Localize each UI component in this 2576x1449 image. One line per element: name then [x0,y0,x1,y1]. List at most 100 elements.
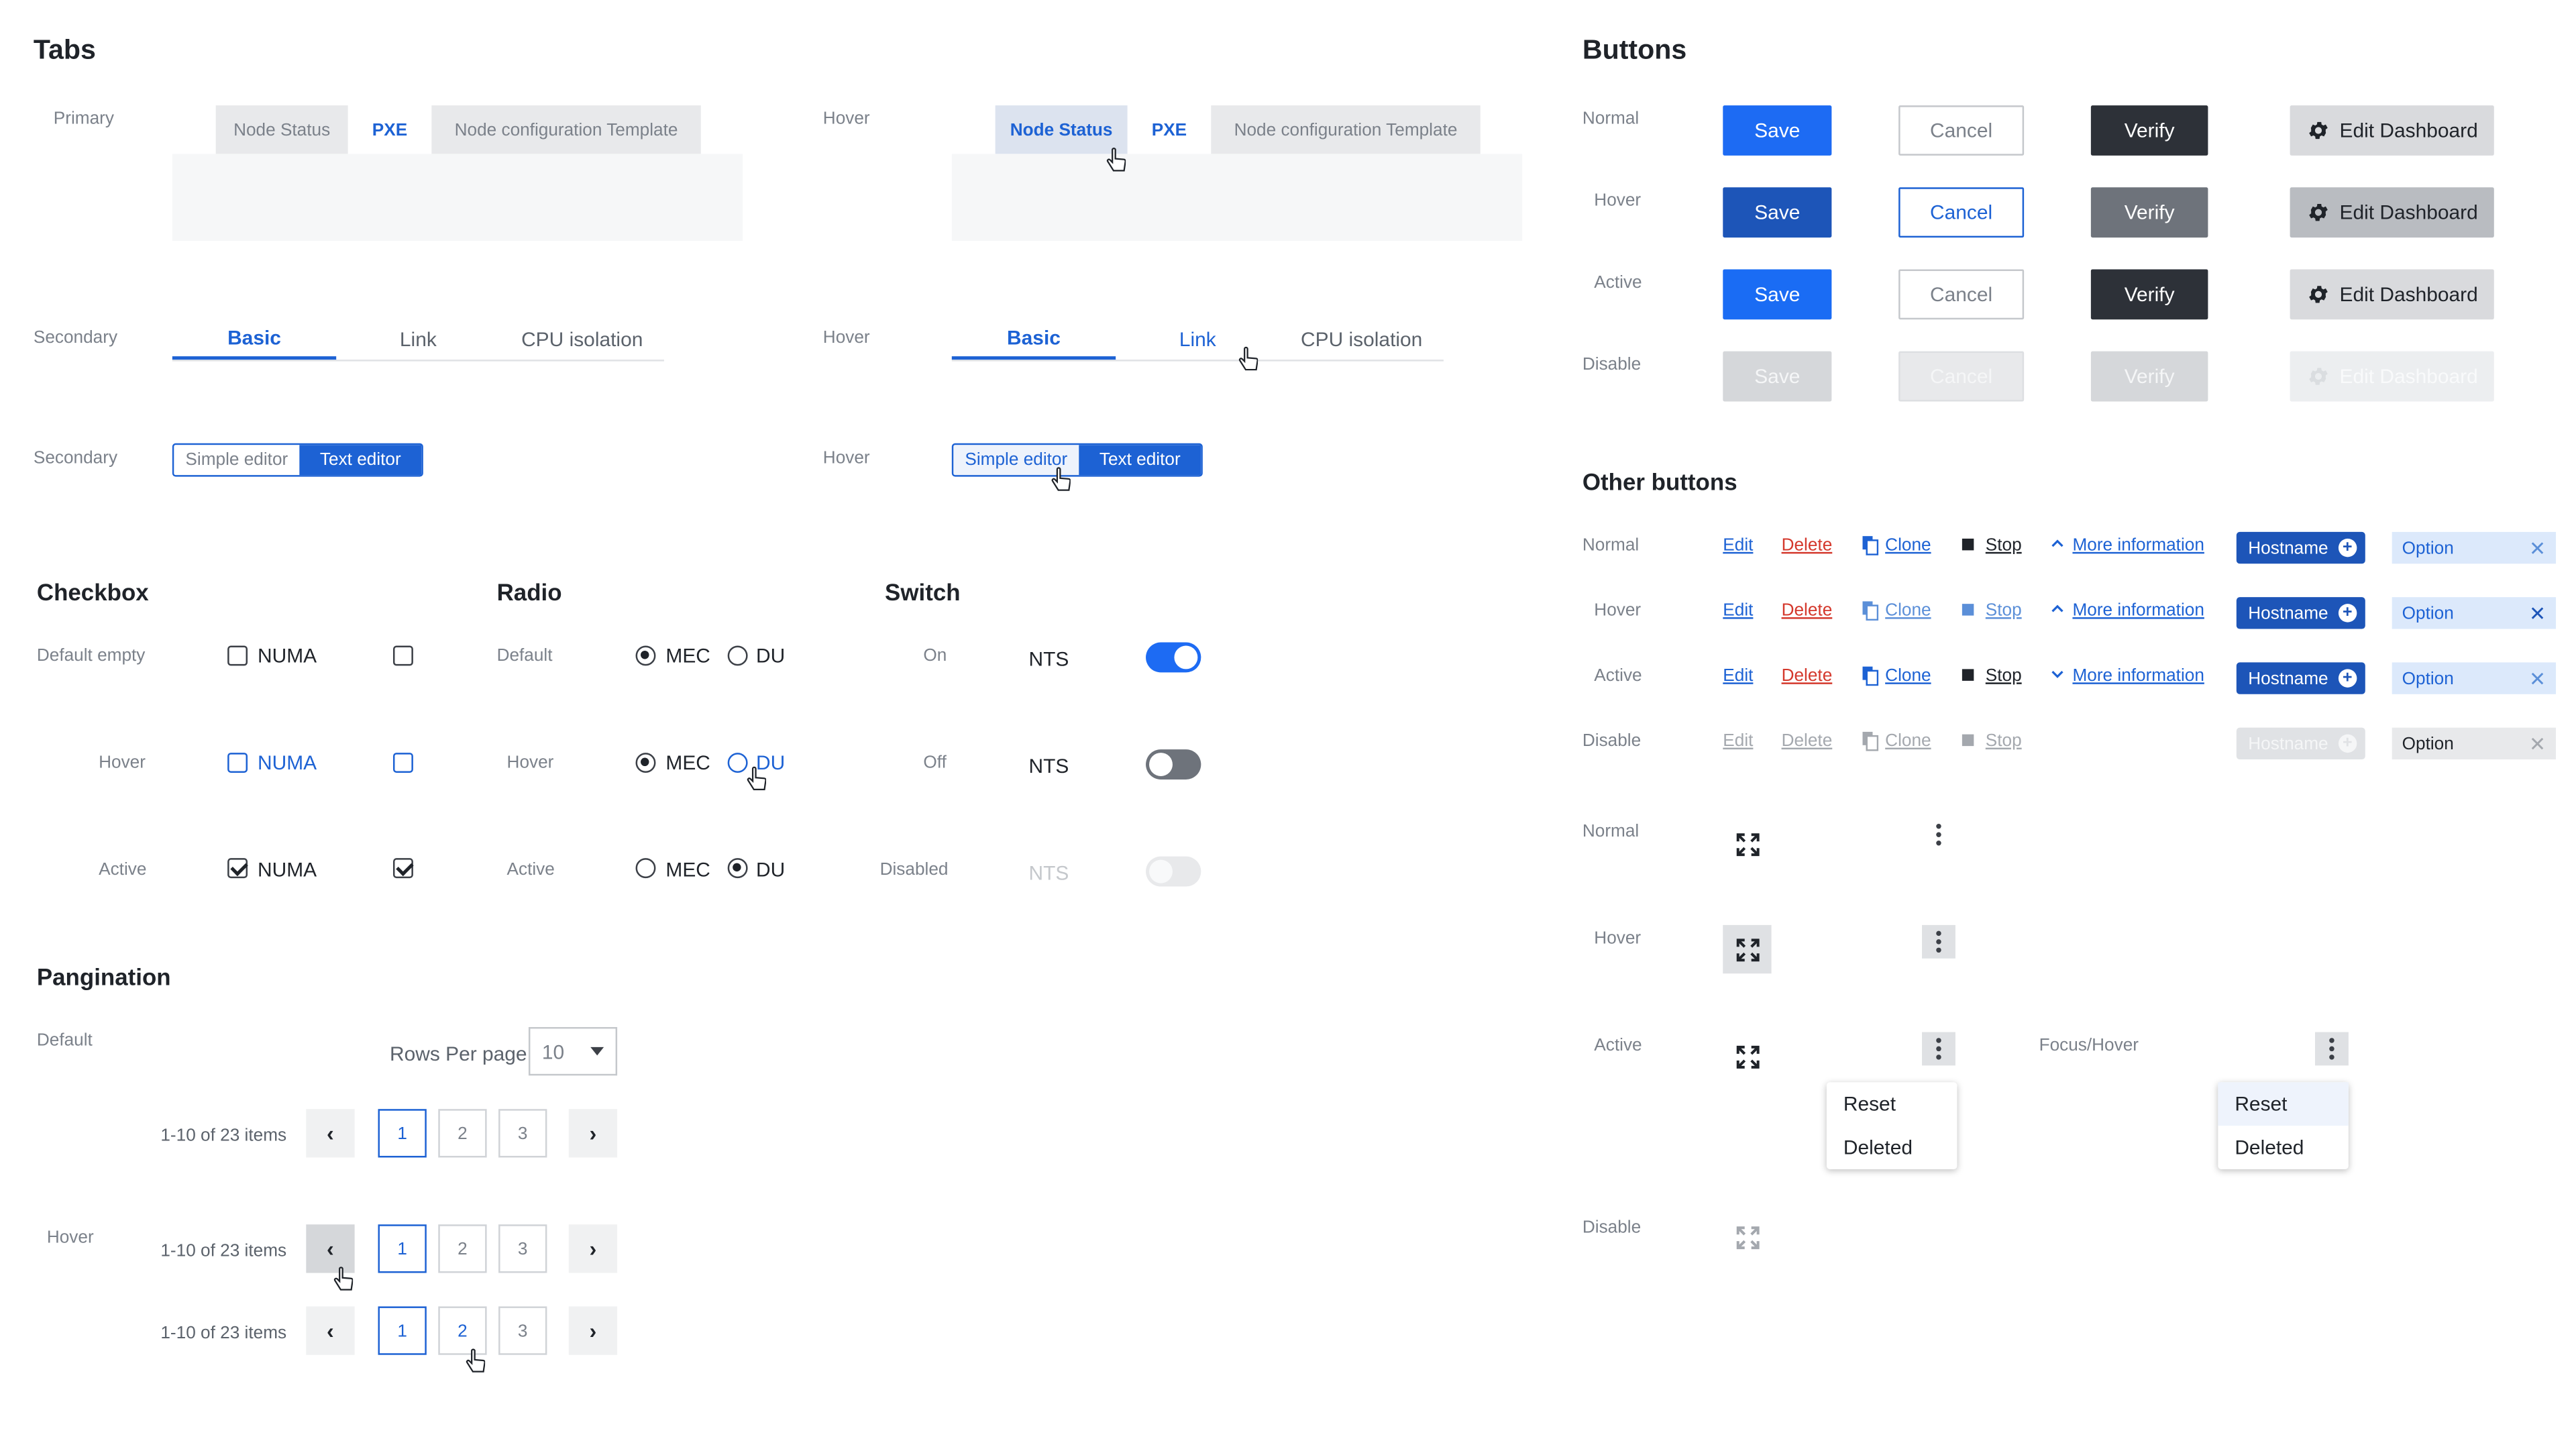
tab-node-configuration-template[interactable]: Node configuration Template [431,105,701,154]
du-radio[interactable] [727,753,748,773]
tab-link[interactable]: Link [336,318,500,360]
tab-pxe[interactable]: PXE [1137,105,1201,154]
cancel-button[interactable]: Cancel [1898,105,2025,156]
more-actions-button[interactable] [1922,924,1955,959]
option-chip[interactable]: Option ✕ [2392,531,2557,564]
switch-label: NTS [1028,861,1069,885]
verify-button[interactable]: Verify [2090,269,2208,320]
option-label: Option [2402,602,2454,623]
text-editor-option[interactable]: Text editor [299,445,422,476]
next-page-button[interactable]: › [568,1109,618,1158]
nts-switch[interactable] [1146,749,1201,780]
page-button-2[interactable]: 2 [438,1109,487,1158]
tab-basic[interactable]: Basic [172,318,337,360]
page-button-1[interactable]: 1 [378,1109,427,1158]
delete-link[interactable]: Delete [1782,665,1833,686]
clone-link[interactable]: Clone [1885,535,1931,555]
delete-link[interactable]: Delete [1782,600,1833,621]
rows-per-page-label: Rows Per page [389,1042,527,1066]
tab-basic[interactable]: Basic [951,318,1116,360]
more-information-link[interactable]: More information [2072,600,2204,621]
hostname-button: Hostname + [2236,727,2365,760]
close-icon[interactable]: ✕ [2529,536,2546,559]
menu-item-deleted[interactable]: Deleted [1827,1126,1957,1169]
section-title-switch: Switch [885,578,961,606]
switch-label: NTS [1028,647,1069,671]
save-button[interactable]: Save [1723,187,1832,238]
edit-link[interactable]: Edit [1723,535,1753,555]
option-chip[interactable]: Option ✕ [2392,597,2557,629]
hostname-button[interactable]: Hostname + [2236,531,2365,564]
du-radio[interactable] [727,645,748,666]
gear-icon [2308,286,2327,303]
numa-checkbox[interactable] [227,645,248,666]
edit-dashboard-button[interactable]: Edit Dashboard [2290,105,2494,156]
checkbox-no-label[interactable] [392,753,413,773]
more-actions-button[interactable] [1922,818,1955,851]
close-icon[interactable]: ✕ [2529,601,2546,625]
verify-button[interactable]: Verify [2090,187,2208,238]
nts-switch[interactable] [1146,642,1201,673]
delete-link[interactable]: Delete [1782,535,1833,555]
page-button-2[interactable]: 2 [438,1224,487,1273]
edit-link[interactable]: Edit [1723,600,1753,621]
expand-icon [1735,1225,1759,1248]
clone-link[interactable]: Clone [1885,665,1931,686]
expand-button[interactable] [1723,820,1771,868]
page-button-1[interactable]: 1 [378,1224,427,1273]
hand-cursor-icon [333,1267,354,1291]
checkbox-no-label[interactable] [392,645,413,666]
prev-page-button[interactable]: ‹ [306,1109,355,1158]
mec-radio[interactable] [635,858,656,879]
design-system-sheet: Tabs Primary Node Status PXE Node config… [0,0,2576,1445]
more-actions-button[interactable] [2315,1032,2349,1066]
next-page-button[interactable]: › [568,1224,618,1273]
verify-button[interactable]: Verify [2090,105,2208,156]
numa-checkbox[interactable] [227,753,248,773]
du-radio[interactable] [727,858,748,879]
option-chip[interactable]: Option ✕ [2392,662,2557,694]
stop-link[interactable]: Stop [1986,665,2022,686]
edit-dashboard-button[interactable]: Edit Dashboard [2290,269,2494,320]
tab-node-configuration-template[interactable]: Node configuration Template [1211,105,1481,154]
tab-pxe[interactable]: PXE [358,105,422,154]
more-information-link[interactable]: More information [2072,535,2204,555]
menu-item-deleted[interactable]: Deleted [2218,1126,2348,1169]
tab-cpu-isolation[interactable]: CPU isolation [1280,318,1444,360]
more-actions-button[interactable] [1922,1032,1955,1066]
page-button-3[interactable]: 3 [498,1109,547,1158]
expand-button[interactable] [1723,924,1772,974]
close-icon[interactable]: ✕ [2529,667,2546,690]
cancel-button[interactable]: Cancel [1898,187,2025,238]
tab-cpu-isolation[interactable]: CPU isolation [500,318,664,360]
numa-checkbox[interactable] [227,858,248,879]
rows-per-page-select[interactable]: 10 [528,1027,618,1076]
menu-item-reset[interactable]: Reset [1827,1082,1957,1126]
hostname-button[interactable]: Hostname + [2236,662,2365,694]
checkbox-no-label[interactable] [392,858,413,879]
page-button-1[interactable]: 1 [378,1306,427,1355]
prev-page-button[interactable]: ‹ [306,1306,355,1355]
save-button[interactable]: Save [1723,105,1832,156]
section-title-other-buttons: Other buttons [1582,468,1737,496]
more-information-link[interactable]: More information [2072,665,2204,686]
hostname-button[interactable]: Hostname + [2236,597,2365,629]
page-button-3[interactable]: 3 [498,1224,547,1273]
tab-node-status[interactable]: Node Status [215,105,348,154]
next-page-button[interactable]: › [568,1306,618,1355]
page-button-3[interactable]: 3 [498,1306,547,1355]
simple-editor-option[interactable]: Simple editor [174,445,300,476]
save-button[interactable]: Save [1723,269,1832,320]
expand-button[interactable] [1723,1032,1771,1080]
menu-item-reset[interactable]: Reset [2218,1082,2349,1126]
cancel-button[interactable]: Cancel [1898,269,2025,320]
mec-radio[interactable] [635,753,656,773]
edit-dashboard-label: Edit Dashboard [2339,201,2478,225]
mec-radio[interactable] [635,645,656,666]
stop-link[interactable]: Stop [1986,535,2022,555]
edit-dashboard-button[interactable]: Edit Dashboard [2290,187,2494,238]
clone-link[interactable]: Clone [1885,600,1931,621]
stop-link[interactable]: Stop [1986,600,2022,621]
text-editor-option[interactable]: Text editor [1079,445,1201,476]
edit-link[interactable]: Edit [1723,665,1753,686]
